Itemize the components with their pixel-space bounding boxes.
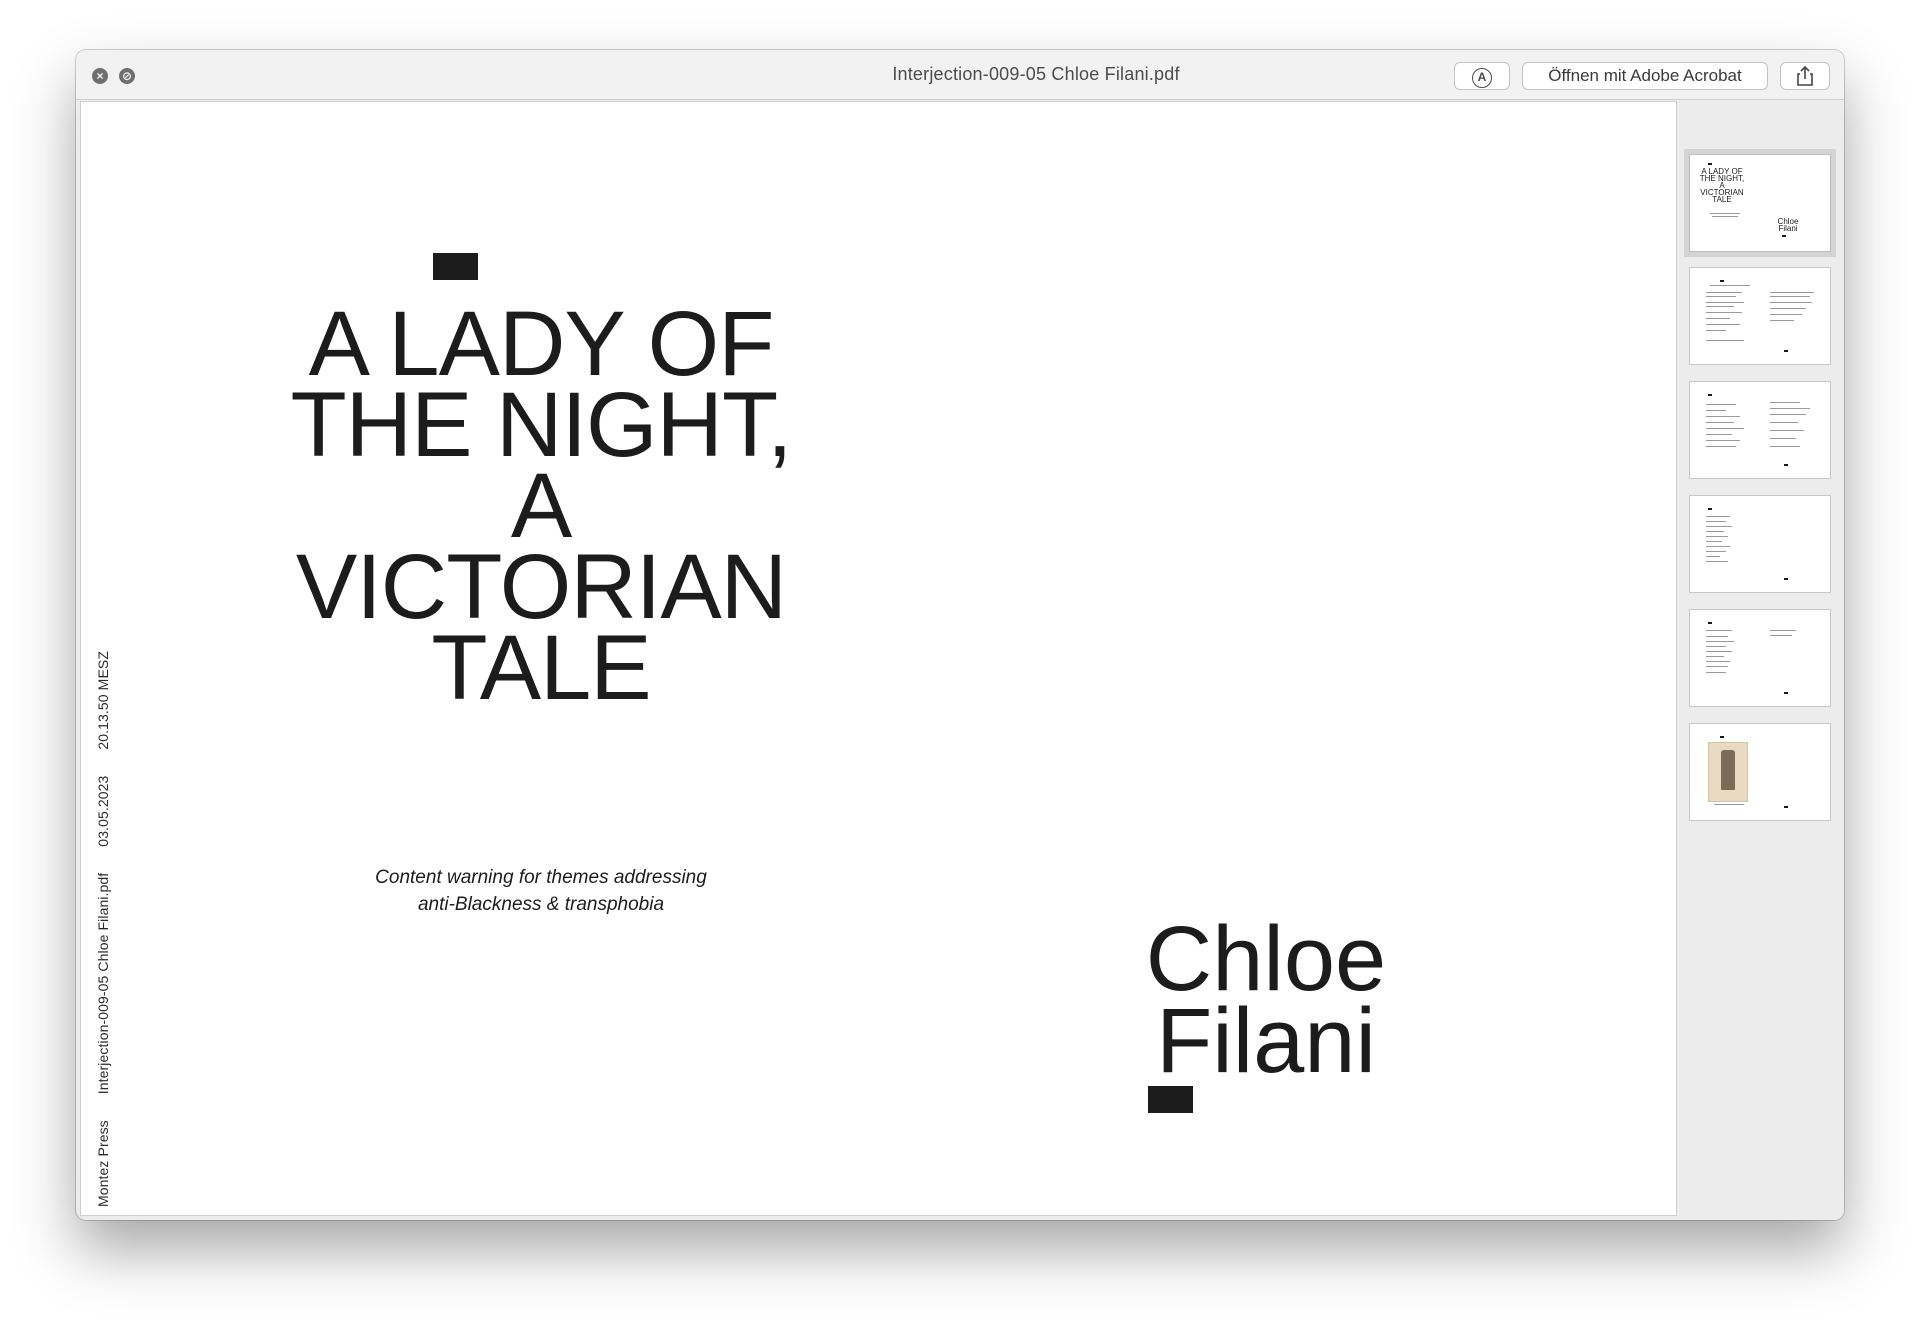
thumbnail-sidebar: A LADY OF THE NIGHT, A VICTORIAN TALE Ch… <box>1678 101 1844 1220</box>
page-thumbnail-1[interactable]: A LADY OF THE NIGHT, A VICTORIAN TALE Ch… <box>1684 149 1836 257</box>
markup-button[interactable]: A <box>1454 62 1510 90</box>
title-bar: × ⊘ Interjection-009-05 Chloe Filani.pdf… <box>76 50 1844 100</box>
bottom-block-mark <box>1148 1086 1193 1113</box>
page-title: A LADY OF THE NIGHT, A VICTORIAN TALE <box>290 293 792 719</box>
footer-publisher: Montez Press <box>95 1120 111 1207</box>
pdf-page[interactable]: Montez Press Interjection-009-05 Chloe F… <box>80 101 1677 1216</box>
window-title: Interjection-009-05 Chloe Filani.pdf <box>892 64 1180 84</box>
close-icon[interactable]: × <box>92 68 108 84</box>
share-button[interactable] <box>1780 62 1830 90</box>
thumb-title: A LADY OF THE NIGHT, A VICTORIAN TALE <box>1699 167 1745 204</box>
thumb-photo-figure <box>1721 750 1735 790</box>
footer-filename: Interjection-009-05 Chloe Filani.pdf <box>95 872 111 1095</box>
share-icon <box>1797 65 1813 86</box>
author-name: Chloe Filani <box>1145 908 1387 1092</box>
markup-icon: A <box>1472 68 1492 88</box>
page-thumbnail-2[interactable] <box>1689 267 1831 365</box>
content-warning: Content warning for themes addressing an… <box>375 867 707 915</box>
footer-date: 03.05.2023 <box>95 775 111 847</box>
print-footer: Montez Press Interjection-009-05 Chloe F… <box>95 647 115 1207</box>
page-thumbnail-4[interactable] <box>1689 495 1831 593</box>
open-with-acrobat-button[interactable]: Öffnen mit Adobe Acrobat <box>1522 62 1768 90</box>
page-thumbnail-6[interactable] <box>1689 723 1831 821</box>
preview-window: × ⊘ Interjection-009-05 Chloe Filani.pdf… <box>76 50 1844 1220</box>
top-block-mark <box>433 253 478 280</box>
thumb-author: Chloe Filani <box>1777 217 1799 233</box>
minimize-icon[interactable]: ⊘ <box>119 68 135 84</box>
footer-time: 20.13.50 MESZ <box>95 651 111 750</box>
page-thumbnail-3[interactable] <box>1689 381 1831 479</box>
page-thumbnail-5[interactable] <box>1689 609 1831 707</box>
